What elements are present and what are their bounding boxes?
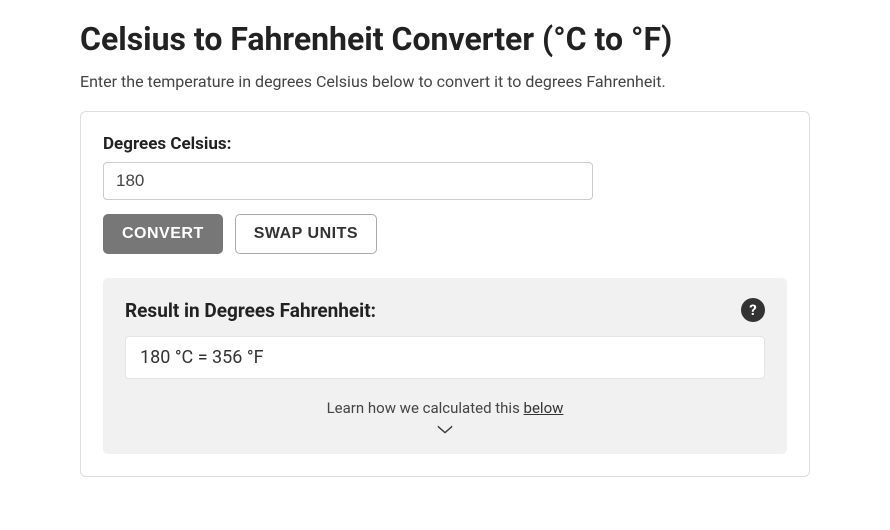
learn-below-link[interactable]: below: [524, 399, 564, 417]
celsius-input[interactable]: [103, 162, 593, 200]
learn-row: Learn how we calculated this below: [125, 399, 765, 417]
converter-card: Degrees Celsius: CONVERT SWAP UNITS Resu…: [80, 111, 810, 477]
learn-prefix: Learn how we calculated this: [327, 399, 524, 417]
result-header: Result in Degrees Fahrenheit: ?: [125, 298, 765, 322]
page-title: Celsius to Fahrenheit Converter (°C to °…: [80, 20, 810, 58]
convert-button[interactable]: CONVERT: [103, 214, 223, 254]
result-output: 180 °C = 356 °F: [125, 336, 765, 379]
expand-chevron[interactable]: [125, 421, 765, 440]
result-box: Result in Degrees Fahrenheit: ? 180 °C =…: [103, 278, 787, 454]
celsius-input-label: Degrees Celsius:: [103, 134, 787, 154]
help-icon[interactable]: ?: [741, 298, 765, 322]
page-subtitle: Enter the temperature in degrees Celsius…: [80, 72, 810, 91]
button-row: CONVERT SWAP UNITS: [103, 214, 787, 254]
swap-units-button[interactable]: SWAP UNITS: [235, 214, 377, 254]
chevron-down-icon: [436, 422, 454, 436]
result-title: Result in Degrees Fahrenheit:: [125, 299, 376, 322]
